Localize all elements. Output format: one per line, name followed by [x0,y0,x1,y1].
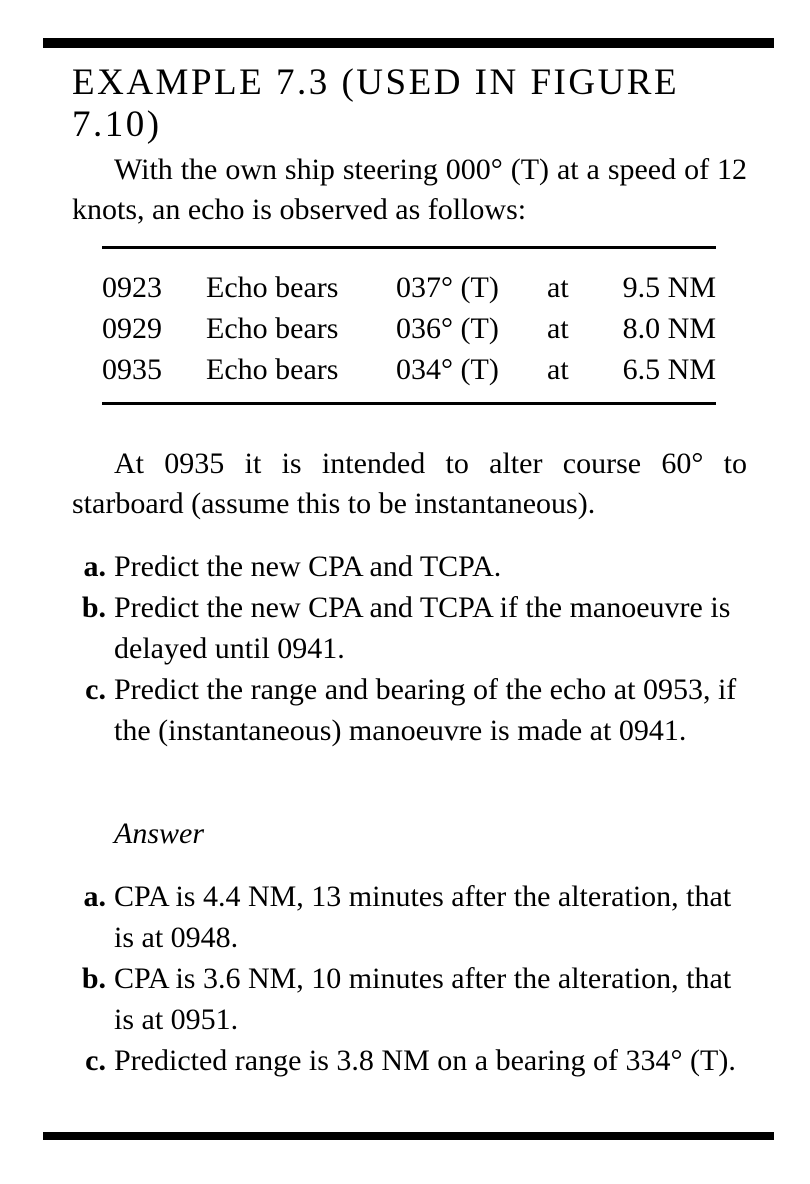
obs-range: 8.0 NM [622,312,716,345]
obs-at: at [547,312,569,345]
list-item: c. Predict the range and bearing of the … [72,669,752,751]
item-marker: b. [81,962,106,995]
item-marker: c. [85,1044,106,1077]
obs-at: at [547,271,569,304]
intro-text: With the own ship steering 000° (T) at a… [72,153,747,226]
list-item: b. CPA is 3.6 NM, 10 minutes after the a… [72,958,752,1040]
alteration-text: At 0935 it is intended to alter course 6… [72,447,747,520]
obs-label: Echo bears [206,353,339,386]
question-text: Predict the new CPA and TCPA. [114,550,502,583]
list-item: c. Predicted range is 3.8 NM on a bearin… [72,1040,752,1081]
alteration-paragraph: At 0935 it is intended to alter course 6… [72,444,747,524]
answer-list: a. CPA is 4.4 NM, 13 minutes after the a… [72,876,752,1081]
item-marker: b. [81,591,106,624]
observation-table: 0923 Echo bears 037° (T) at 9.5 NM 0929 … [102,246,716,405]
bottom-rule [43,1132,774,1140]
example-title: EXAMPLE 7.3 (USED IN FIGURE 7.10) [72,62,680,145]
answer-heading: Answer [114,817,204,850]
obs-at: at [547,353,569,386]
item-marker: c. [85,673,106,706]
obs-label: Echo bears [206,312,339,345]
table-row: 0929 Echo bears 036° (T) at 8.0 NM [102,308,716,349]
answer-text: CPA is 4.4 NM, 13 minutes after the alte… [114,880,732,954]
table-row: 0923 Echo bears 037° (T) at 9.5 NM [102,267,716,308]
item-marker: a. [83,550,107,583]
obs-bearing: 037° (T) [396,271,499,304]
obs-bearing: 034° (T) [396,353,499,386]
top-rule [43,38,774,48]
answer-text: CPA is 3.6 NM, 10 minutes after the alte… [114,962,732,1036]
answer-text: Predicted range is 3.8 NM on a bearing o… [114,1044,736,1077]
list-item: a. CPA is 4.4 NM, 13 minutes after the a… [72,876,752,958]
table-row: 0935 Echo bears 034° (T) at 6.5 NM [102,349,716,390]
question-text: Predict the range and bearing of the ech… [114,673,737,747]
question-list: a. Predict the new CPA and TCPA. b. Pred… [72,546,752,751]
list-item: b. Predict the new CPA and TCPA if the m… [72,587,752,669]
obs-time: 0929 [102,312,162,345]
item-marker: a. [83,880,107,913]
obs-time: 0935 [102,353,162,386]
obs-bearing: 036° (T) [396,312,499,345]
question-text: Predict the new CPA and TCPA if the mano… [114,591,731,665]
list-item: a. Predict the new CPA and TCPA. [72,546,752,587]
intro-paragraph: With the own ship steering 000° (T) at a… [72,150,747,230]
obs-range: 9.5 NM [622,271,716,304]
obs-time: 0923 [102,271,162,304]
obs-label: Echo bears [206,271,339,304]
obs-range: 6.5 NM [622,353,716,386]
